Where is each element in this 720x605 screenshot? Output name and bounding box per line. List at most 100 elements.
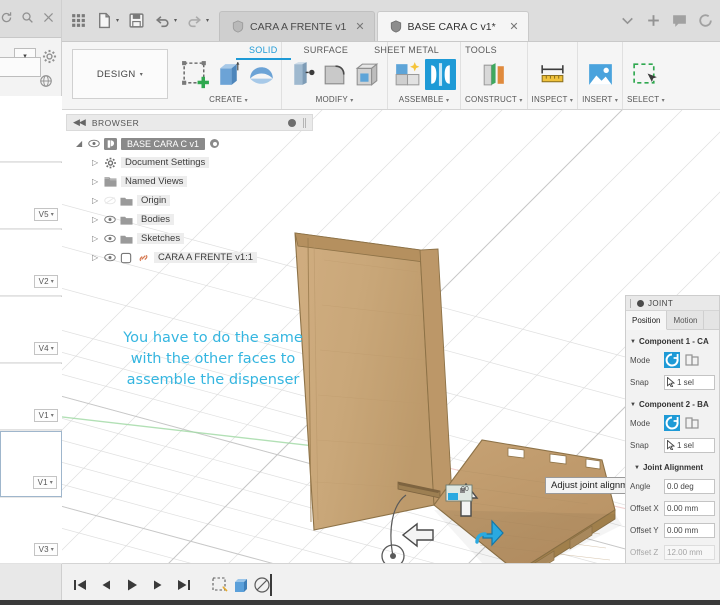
- angle-input[interactable]: 0.0 deg: [664, 478, 715, 494]
- step-back-icon[interactable]: [98, 577, 114, 593]
- offset-x-input[interactable]: 0.00 mm: [664, 500, 715, 516]
- redo-icon[interactable]: [186, 12, 203, 29]
- mode-rigid-icon[interactable]: [664, 415, 680, 431]
- insert-image-icon[interactable]: [585, 59, 616, 90]
- data-panel-search-box[interactable]: [0, 57, 41, 77]
- new-component-icon[interactable]: [392, 59, 423, 90]
- gear-icon[interactable]: [42, 49, 57, 64]
- expand-arrow-icon[interactable]: ▷: [92, 177, 100, 186]
- offset-y-input[interactable]: 0.00 mm: [664, 522, 715, 538]
- revolve-icon[interactable]: [246, 59, 277, 90]
- ribbon-group-label-construct[interactable]: CONSTRUCT ▾: [465, 95, 523, 109]
- close-icon[interactable]: [42, 11, 55, 26]
- plus-icon[interactable]: [645, 12, 662, 29]
- eye-icon[interactable]: [104, 234, 116, 244]
- tree-root-node[interactable]: ◢ BASE CARA C v1: [66, 134, 313, 153]
- version-dropdown[interactable]: V1 ▾: [33, 409, 58, 422]
- browser-grip[interactable]: [303, 117, 306, 128]
- extrude-feature-icon[interactable]: [231, 575, 251, 595]
- tree-item-document-settings[interactable]: ▷ Document Settings: [66, 153, 313, 172]
- snap-selection-input[interactable]: 1 sel: [664, 437, 715, 453]
- eye-icon[interactable]: [104, 215, 116, 225]
- search-icon[interactable]: [21, 11, 34, 26]
- project-card[interactable]: V3 ▾: [0, 498, 62, 564]
- skip-end-icon[interactable]: [176, 577, 192, 593]
- fillet-icon[interactable]: [319, 59, 350, 90]
- version-dropdown[interactable]: V3 ▾: [33, 543, 58, 556]
- press-pull-icon[interactable]: [286, 59, 317, 90]
- globe-icon[interactable]: [39, 74, 53, 88]
- comment-icon[interactable]: [671, 12, 688, 29]
- ribbon-group-label-inspect[interactable]: INSPECT ▾: [532, 95, 574, 109]
- document-tab-cara-a-frente[interactable]: CARA A FRENTE v1 ✕: [219, 11, 375, 41]
- document-tab-base-cara-c[interactable]: BASE CARA C v1* ✕: [376, 11, 529, 41]
- tab-motion[interactable]: Motion: [667, 311, 705, 329]
- project-card[interactable]: [0, 96, 62, 162]
- chevron-down-icon[interactable]: ▾: [206, 17, 209, 24]
- project-card[interactable]: V1 ▾: [0, 364, 62, 430]
- step-forward-icon[interactable]: [150, 577, 166, 593]
- data-panel-dropdown[interactable]: ▾: [0, 48, 41, 77]
- sketch-feature-icon[interactable]: [210, 575, 230, 595]
- snap-selection-input[interactable]: 1 sel: [664, 374, 715, 390]
- eye-icon[interactable]: [88, 139, 100, 149]
- undo-icon[interactable]: [154, 12, 171, 29]
- tab-tools[interactable]: TOOLS: [452, 43, 510, 60]
- expand-arrow-icon[interactable]: ▷: [92, 158, 100, 167]
- ribbon-group-label-select[interactable]: SELECT ▾: [627, 95, 665, 109]
- 3d-viewport[interactable]: 00 ◀◀ BROWSER ◢ BASE CARA C v1 ▷ Documen…: [62, 110, 720, 605]
- offset-z-input[interactable]: 12.00 mm: [664, 544, 715, 560]
- skip-start-icon[interactable]: [72, 577, 88, 593]
- project-card[interactable]: V2 ▾: [0, 230, 62, 296]
- timeline-marker[interactable]: [270, 573, 272, 596]
- select-window-icon[interactable]: [630, 59, 661, 90]
- eye-icon[interactable]: [104, 253, 116, 263]
- tree-item-cara-a-frente[interactable]: ▷ CARA A FRENTE v1:1: [66, 248, 313, 267]
- browser-menu-icon[interactable]: [288, 118, 296, 127]
- collapse-icon[interactable]: ◀◀: [73, 117, 86, 128]
- joint-feature-icon[interactable]: [252, 575, 272, 595]
- project-card[interactable]: V4 ▾: [0, 297, 62, 363]
- workspace-selector[interactable]: DESIGN ▾: [72, 49, 168, 99]
- joint-icon[interactable]: [425, 58, 456, 90]
- play-icon[interactable]: [124, 577, 140, 593]
- joint-dialog[interactable]: JOINT Position Motion ▼ Component 1 - CA…: [625, 295, 720, 605]
- chevron-down-icon[interactable]: ▾: [174, 17, 177, 24]
- chevron-down-icon[interactable]: [619, 12, 636, 29]
- expand-arrow-icon[interactable]: ▷: [92, 234, 100, 243]
- tab-solid[interactable]: SOLID: [236, 43, 291, 60]
- section-component-2[interactable]: ▼ Component 2 - BA: [626, 393, 719, 412]
- expand-arrow-icon[interactable]: ◢: [76, 139, 84, 148]
- chevron-down-icon[interactable]: ▾: [116, 17, 119, 24]
- dialog-grip[interactable]: [630, 298, 633, 308]
- version-dropdown[interactable]: V4 ▾: [33, 342, 58, 355]
- activate-component-icon[interactable]: [209, 138, 221, 149]
- version-dropdown[interactable]: V5 ▾: [33, 208, 58, 221]
- new-document-icon[interactable]: [96, 12, 113, 29]
- refresh-icon[interactable]: [697, 12, 714, 29]
- save-icon[interactable]: [128, 12, 145, 29]
- tree-item-origin[interactable]: ▷ Origin: [66, 191, 313, 210]
- ribbon-group-label-assemble[interactable]: ASSEMBLE ▾: [399, 95, 449, 109]
- offset-plane-icon[interactable]: [478, 59, 509, 90]
- shell-icon[interactable]: [352, 59, 383, 90]
- tab-position[interactable]: Position: [626, 311, 668, 330]
- measure-icon[interactable]: [537, 59, 568, 90]
- grid-icon[interactable]: [70, 12, 87, 29]
- version-dropdown[interactable]: V2 ▾: [33, 275, 58, 288]
- version-dropdown[interactable]: V1 ▾: [32, 476, 57, 489]
- mode-rigid-icon[interactable]: [664, 352, 680, 368]
- expand-arrow-icon[interactable]: ▷: [92, 215, 100, 224]
- tree-item-bodies[interactable]: ▷ Bodies: [66, 210, 313, 229]
- tab-sheet-metal[interactable]: SHEET METAL: [361, 43, 452, 60]
- section-component-1[interactable]: ▼ Component 1 - CA: [626, 330, 719, 349]
- project-card-selected[interactable]: V1 ▾: [0, 431, 62, 497]
- eye-icon[interactable]: [104, 196, 116, 206]
- tab-surface[interactable]: SURFACE: [291, 43, 362, 60]
- create-sketch-icon[interactable]: [180, 59, 211, 90]
- ribbon-group-label-insert[interactable]: INSERT ▾: [582, 95, 618, 109]
- mode-revolute-icon[interactable]: [684, 352, 700, 368]
- ribbon-group-label-modify[interactable]: MODIFY ▾: [316, 95, 354, 109]
- mode-revolute-icon[interactable]: [684, 415, 700, 431]
- tree-item-sketches[interactable]: ▷ Sketches: [66, 229, 313, 248]
